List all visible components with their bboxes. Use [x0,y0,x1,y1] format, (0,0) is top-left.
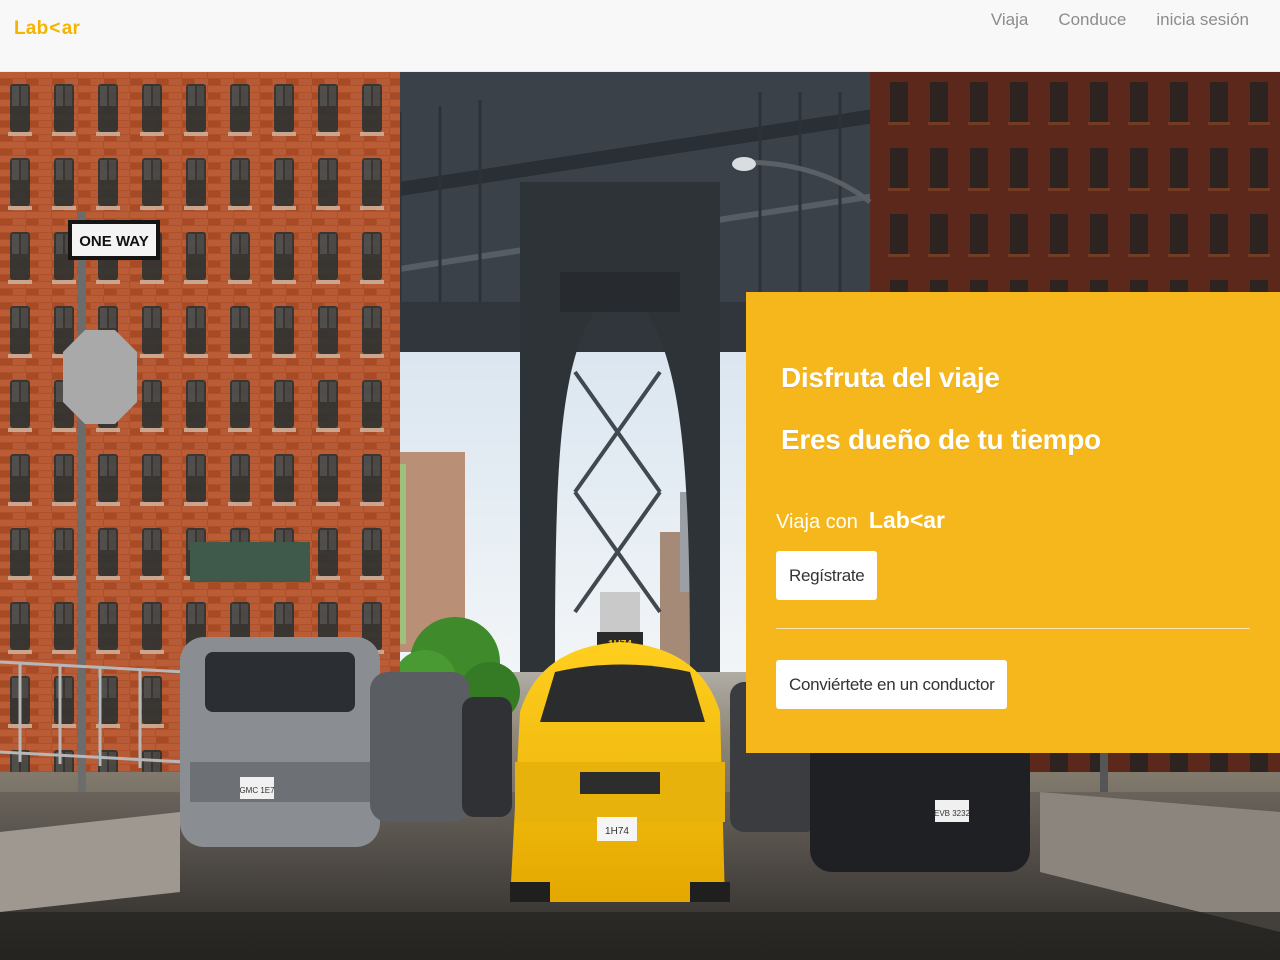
one-way-sign: ONE WAY [79,233,148,250]
hero-section: ONE WAY GMC 1E7 1H74 EVB 3232 Disfruta d… [0,72,1280,960]
headline-own-time: Eres dueño de tu tiempo [781,424,1101,455]
headline-enjoy: Disfruta del viaje [781,362,1000,393]
signup-panel: Disfruta del viaje Eres dueño de tu tiem… [746,292,1280,753]
logo-chevron-icon: < [49,18,61,39]
svg-text:1H74: 1H74 [605,826,629,837]
panel-logo-prefix: Lab [868,507,910,533]
become-driver-button[interactable]: Conviértete en un conductor [776,660,1008,709]
top-navbar: Lab < ar Viaja Conduce inicia sesión [0,0,1280,72]
nav-link-login[interactable]: inicia sesión [1156,10,1249,30]
panel-divider [776,628,1250,629]
panel-logo-suffix: ar [923,507,945,533]
register-button[interactable]: Regístrate [776,551,878,600]
logo-prefix: Lab [14,18,49,39]
nav-link-conduce[interactable]: Conduce [1058,10,1126,30]
logo-suffix: ar [61,18,81,39]
panel-logo-chevron-icon: < [909,507,924,533]
nav-link-viaja[interactable]: Viaja [991,10,1029,30]
svg-text:EVB 3232: EVB 3232 [934,809,971,818]
svg-text:GMC 1E7: GMC 1E7 [239,786,275,795]
nav-links: Viaja Conduce inicia sesión [991,10,1249,30]
panel-brand-logo: Lab < ar [869,507,945,534]
travel-with-line: Viaja con Lab < ar [776,507,945,534]
brand-logo[interactable]: Lab < ar [14,18,80,40]
travel-with-label: Viaja con [776,511,858,533]
